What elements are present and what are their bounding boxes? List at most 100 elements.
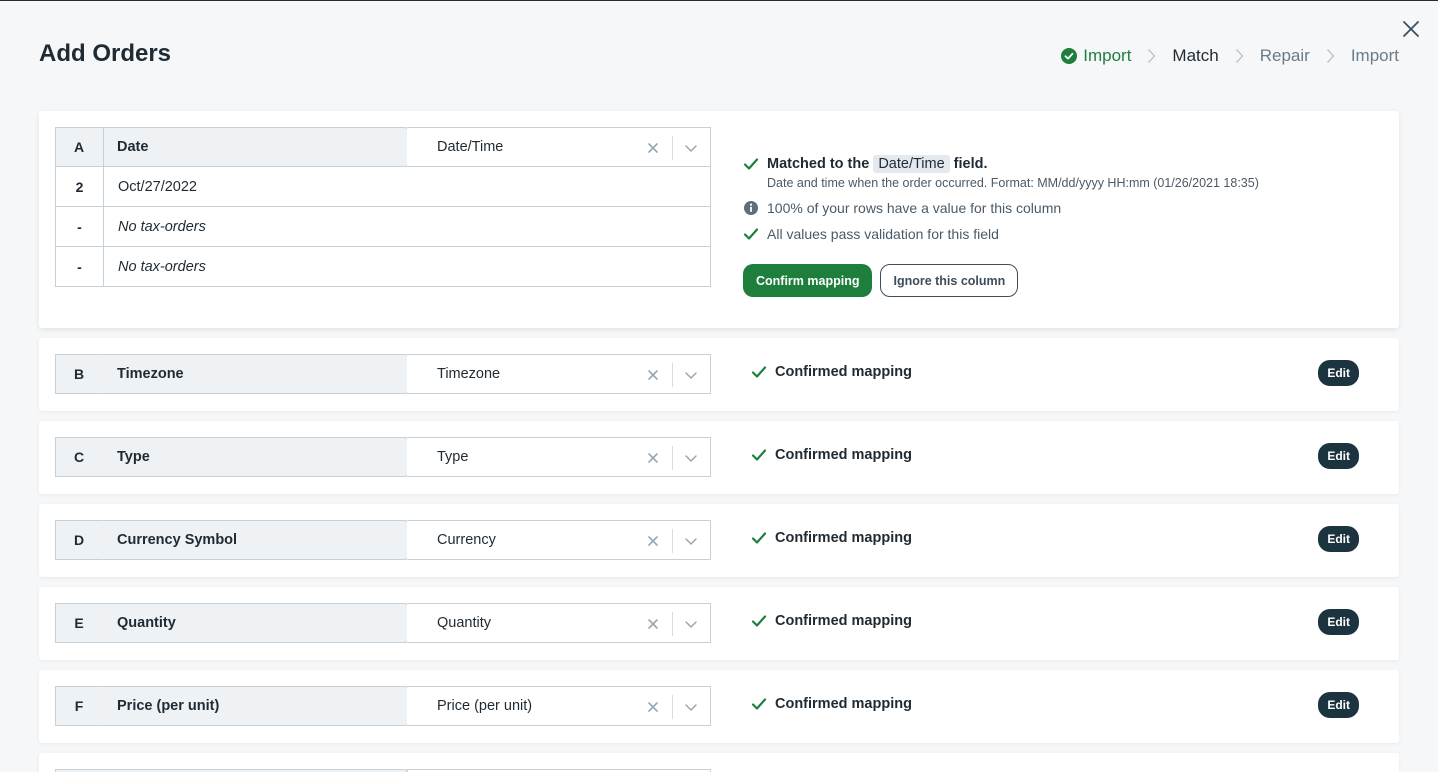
chevron-down-icon[interactable] [684,142,698,154]
step-repair: Repair [1260,46,1310,66]
confirm-mapping-button[interactable]: Confirm mapping [743,264,873,297]
mapping-card: C Type Type Confirmed mapping Edit [39,421,1399,494]
column-letter: C [73,449,85,465]
clear-x-icon[interactable] [646,451,660,465]
clear-x-icon[interactable] [646,617,660,631]
check-icon [743,158,759,170]
column-name: Type [117,449,150,465]
step-label: Import [1083,46,1132,65]
match-field-tag: Date/Time [873,155,950,173]
field-select[interactable]: Currency [407,520,711,560]
edit-button[interactable]: Edit [1318,526,1359,552]
column-name: Currency Symbol [117,532,238,548]
match-info-panel: Matched to the Date/Time field. Date and t… [743,154,1363,297]
select-divider [672,363,673,387]
check-icon [751,532,767,544]
selected-field: Date/Time [437,139,504,155]
row-value: No tax-orders [118,258,206,275]
select-divider [672,529,673,553]
ignore-column-button[interactable]: Ignore this column [880,264,1019,297]
source-column-header: B Timezone [55,354,426,394]
column-preview: A Date Date/Time 2 Oct/27/2022 - No tax-… [55,127,711,287]
select-divider [672,695,673,719]
chevron-right-icon [1326,48,1335,64]
column-letter: E [74,615,84,631]
selected-field: Type [437,449,469,465]
column-preview: D Currency Symbol Currency [55,520,711,560]
confirmed-label: Confirmed mapping [775,447,912,463]
coverage-text: 100% of your rows have a value for this … [767,200,1062,216]
confirmed-status: Confirmed mapping [751,447,912,463]
validation-text: All values pass validation for this fiel… [767,226,999,242]
table-row: - No tax-orders [55,247,711,287]
edit-button[interactable]: Edit [1318,360,1359,386]
chevron-down-icon[interactable] [684,452,698,464]
column-preview: C Type Type [55,437,711,477]
column-preview: F Price (per unit) Price (per unit) [55,686,711,726]
mapping-card: D Currency Symbol Currency Confirmed map… [39,504,1399,577]
clear-x-icon[interactable] [646,368,660,382]
edit-button[interactable]: Edit [1318,443,1359,469]
source-column-header: F Price (per unit) [55,686,426,726]
window-top-border [0,0,1438,1]
column-name: Price (per unit) [117,698,220,714]
confirmed-label: Confirmed mapping [775,696,912,712]
selected-field: Price (per unit) [437,698,533,714]
coverage-line: 100% of your rows have a value for this … [743,198,1363,218]
field-select[interactable]: Price (per unit) [407,686,711,726]
step-final-import: Import [1351,46,1399,66]
chevron-down-icon[interactable] [684,701,698,713]
table-row: - No tax-orders [55,207,711,247]
confirmed-status: Confirmed mapping [751,364,912,380]
validation-line: All values pass validation for this fiel… [743,224,1363,244]
match-suffix: field. [953,156,988,172]
confirmed-label: Confirmed mapping [775,613,912,629]
step-import: Import [1061,46,1131,66]
clear-x-icon[interactable] [646,141,660,155]
column-name: Timezone [117,366,184,382]
clear-x-icon[interactable] [646,534,660,548]
selected-field: Timezone [437,366,501,382]
match-prefix: Matched to the [767,156,870,172]
confirmed-status: Confirmed mapping [751,530,912,546]
match-description: Date and time when the order occurred. F… [767,176,1259,190]
edit-button[interactable]: Edit [1318,692,1359,718]
column-preview: E Quantity Quantity [55,603,711,643]
select-divider [672,612,673,636]
field-select[interactable]: Quantity [407,603,711,643]
confirmed-status: Confirmed mapping [751,696,912,712]
column-letter: A [73,139,85,155]
chevron-right-icon [1147,48,1156,64]
step-label: Repair [1259,46,1310,65]
chevron-down-icon[interactable] [684,618,698,630]
check-icon [751,698,767,710]
match-summary: Matched to the Date/Time field. [743,154,1363,174]
source-column-header: C Type [55,437,426,477]
close-icon[interactable] [1401,19,1421,39]
column-preview: B Timezone Timezone [55,354,711,394]
mapping-card: F Price (per unit) Price (per unit) Conf… [39,670,1399,743]
mapping-card: E Quantity Quantity Confirmed mapping Ed… [39,587,1399,660]
confirmed-label: Confirmed mapping [775,364,912,380]
confirmed-status: Confirmed mapping [751,613,912,629]
clear-x-icon[interactable] [646,700,660,714]
row-index: 2 [56,167,104,206]
check-icon [751,615,767,627]
stepper: Import Match Repair Import [1061,44,1399,68]
chevron-down-icon[interactable] [684,535,698,547]
chevron-down-icon[interactable] [684,369,698,381]
selected-field: Currency [437,532,496,548]
check-icon [751,449,767,461]
field-select[interactable]: Date/Time [407,127,711,167]
column-name: Quantity [117,615,176,631]
chevron-right-icon [1235,48,1244,64]
confirmed-label: Confirmed mapping [775,530,912,546]
info-icon [744,201,758,215]
field-select[interactable]: Timezone [407,354,711,394]
edit-button[interactable]: Edit [1318,609,1359,635]
table-row: 2 Oct/27/2022 [55,167,711,207]
column-letter: B [73,366,85,382]
check-icon [743,228,759,240]
page-title: Add Orders [39,40,172,67]
field-select[interactable]: Type [407,437,711,477]
